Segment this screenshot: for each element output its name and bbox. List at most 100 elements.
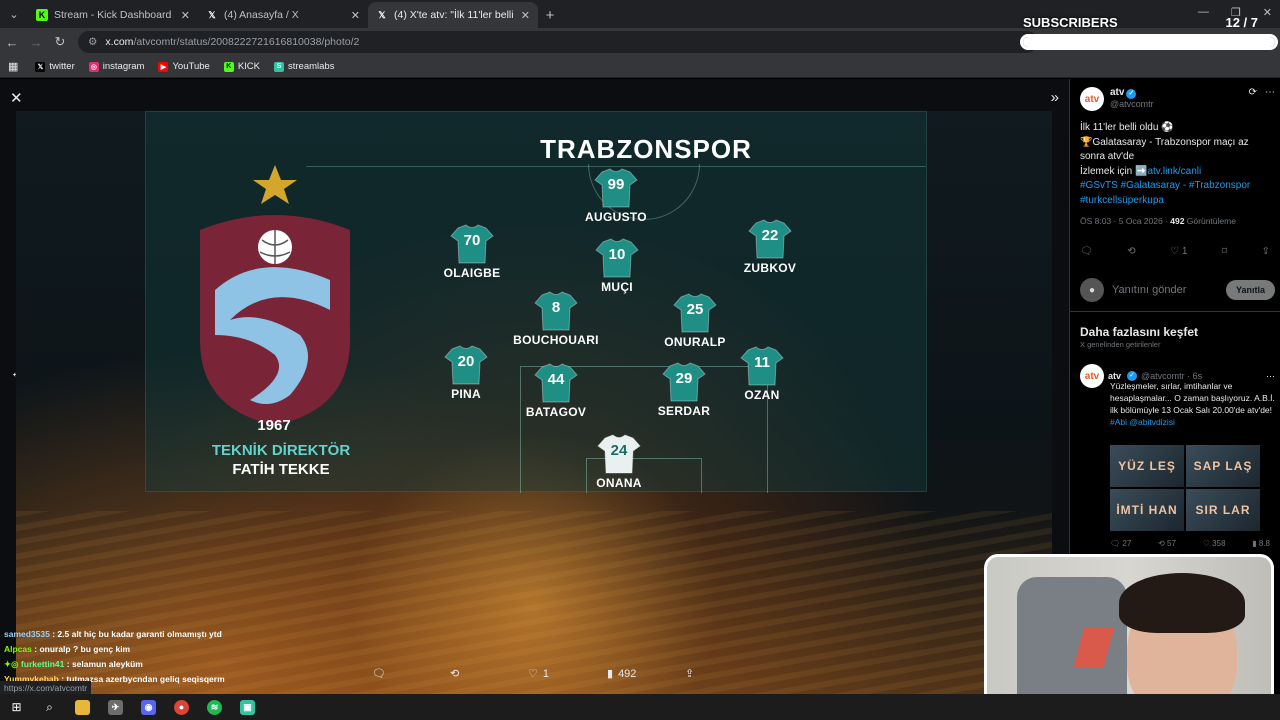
player-marker: 29 SERDAR <box>639 362 729 418</box>
tweet-link[interactable]: atv.link/canli <box>1147 166 1201 177</box>
heart-icon: ♡ <box>528 668 538 680</box>
search-icon[interactable]: ⌕ <box>33 694 66 720</box>
tweet-text: İlk 11'ler belli oldu ⚽ 🏆Galatasaray - T… <box>1080 121 1275 208</box>
player-name: ONANA <box>596 476 642 490</box>
reply-input[interactable]: Yanıtını gönder <box>1112 284 1218 296</box>
player-marker: 70 OLAIGBE <box>427 224 517 280</box>
player-marker: 20 PINA <box>421 345 511 401</box>
close-icon[interactable]: ✕ <box>351 9 360 22</box>
avatar[interactable]: atv <box>1080 364 1104 388</box>
file-explorer-icon[interactable] <box>66 694 99 720</box>
lineup-photo: TRABZONSPOR TEKNİK DİREKTÖR FATİH TEKKE … <box>16 111 1052 694</box>
streamlabs-icon: S <box>274 61 284 72</box>
more-options-icon[interactable]: ⋯ <box>1265 87 1275 117</box>
views-icon[interactable]: ▮ 8.8 <box>1252 539 1270 548</box>
app-icon[interactable]: ✈ <box>99 694 132 720</box>
reply-button[interactable]: Yanıtla <box>1225 280 1275 300</box>
tab-search-icon[interactable]: ⌄ <box>0 0 28 28</box>
bookmarks-bar: ▦ 𝕏twitter ◎ instagram ▶ YouTube K KICK Sst… <box>0 56 1280 78</box>
player-number: 10 <box>608 246 626 263</box>
url-input[interactable]: ⚙ x.com /atvcomtr/status/200822272161681… <box>78 31 1038 53</box>
tab-title: (4) X'te atv: "İlk 11'ler belli oldu <box>394 9 517 21</box>
repost-icon[interactable]: ⟲ 57 <box>1158 539 1176 548</box>
chat-message: ✦◎ furkettin41 : selamun aleyküm <box>4 659 143 669</box>
like-button[interactable]: ♡ 1 <box>1170 246 1187 257</box>
share-icon[interactable]: ⇪ <box>685 667 694 680</box>
back-icon[interactable]: ← <box>0 35 24 50</box>
kick-icon: K <box>223 61 234 72</box>
tweet-header: atv atv ✓ @atvcomtr ⟳ ⋯ <box>1080 87 1275 117</box>
reply-icon[interactable]: 🗨 <box>1080 246 1093 257</box>
tab-x-status[interactable]: 𝕏 (4) X'te atv: "İlk 11'ler belli oldu ✕ <box>368 2 538 28</box>
jersey-icon: 44 <box>534 363 578 403</box>
related-tweet[interactable]: atv atv ✓ @atvcomtr · 6s ⋯ Yüzleşmeler, s… <box>1080 364 1275 428</box>
player-number: 24 <box>610 442 628 459</box>
x-logo-icon: 𝕏 <box>378 9 386 20</box>
subscribers-progress-fill <box>1023 37 1275 47</box>
bookmark-instagram[interactable]: ◎ instagram <box>84 61 150 72</box>
player-marker: 99 AUGUSTO <box>571 168 661 224</box>
bookmark-icon[interactable]: ⌑ <box>1222 246 1227 257</box>
jersey-icon: 20 <box>444 345 488 385</box>
spotify-icon[interactable]: ≋ <box>198 694 231 720</box>
more-options-icon[interactable]: ⋯ <box>1266 371 1275 382</box>
player-number: 22 <box>761 227 779 244</box>
player-name: ZUBKOV <box>743 261 797 275</box>
windows-start-icon[interactable]: ⊞ <box>0 694 33 720</box>
related-tweet-actions: 🗨 27 ⟲ 57 ♡ 358 ▮ 8.8 <box>1110 539 1270 548</box>
player-number: 20 <box>457 353 475 370</box>
subscribers-count: 12 / 7 <box>1225 15 1258 30</box>
tweet-hashtags[interactable]: #GSvTS #Galatasaray - #Trabzonspor #turk… <box>1080 179 1275 208</box>
media-image[interactable]: İMTİ HAN <box>1110 489 1184 531</box>
apps-grid-icon[interactable]: ▦ <box>8 60 18 73</box>
repost-icon[interactable]: ⟲ <box>1127 246 1135 257</box>
views-button[interactable]: ▮ 492 <box>607 667 636 681</box>
reply-composer: ● Yanıtını gönder Yanıtla <box>1080 277 1275 303</box>
chrome-icon[interactable]: ● <box>165 694 198 720</box>
author-name[interactable]: atv <box>1110 87 1124 98</box>
media-image[interactable]: SAP LAŞ <box>1186 445 1260 487</box>
forward-icon[interactable]: → <box>24 35 48 50</box>
player-number: 8 <box>551 299 561 316</box>
bookmark-twitter[interactable]: 𝕏twitter <box>30 61 79 72</box>
bookmark-streamlabs[interactable]: Sstreamlabs <box>269 61 339 72</box>
media-image[interactable]: YÜZ LEŞ <box>1110 445 1184 487</box>
crest-year: 1967 <box>257 417 291 434</box>
discord-icon[interactable]: ◉ <box>132 694 165 720</box>
player-marker: 24 ONANA <box>574 434 664 490</box>
user-avatar: ● <box>1080 278 1104 302</box>
player-name: SERDAR <box>657 404 711 418</box>
bar-chart-icon: ▮ <box>607 668 614 680</box>
player-number: 70 <box>463 232 481 249</box>
bookmark-youtube[interactable]: ▶ YouTube <box>153 61 214 72</box>
close-icon[interactable]: ✕ <box>181 9 190 22</box>
jersey-icon: 25 <box>673 293 717 333</box>
share-icon[interactable]: ⇪ <box>1262 246 1270 257</box>
grok-icon[interactable]: ⟳ <box>1249 87 1257 117</box>
related-media-grid[interactable]: YÜZ LEŞ SAP LAŞ İMTİ HAN SIR LAR <box>1110 445 1260 531</box>
coach-name: FATİH TEKKE <box>232 461 330 478</box>
streamlabs-icon[interactable]: ▣ <box>231 694 264 720</box>
new-tab-button[interactable]: + <box>538 2 562 28</box>
close-icon[interactable]: ✕ <box>521 9 530 22</box>
tab-kick-dashboard[interactable]: K Stream - Kick Dashboard ✕ <box>28 2 198 28</box>
expand-sidebar-icon[interactable]: » <box>1051 89 1059 106</box>
tweet-actions: 🗨 ⟲ ♡ 1 ⌑ ⇪ <box>1080 246 1270 257</box>
windows-taskbar: ⊞ ⌕ ✈ ◉ ● ≋ ▣ <box>0 694 1280 720</box>
reload-icon[interactable]: ↻ <box>48 34 72 50</box>
instagram-icon: ◎ <box>88 61 99 72</box>
tab-x-home[interactable]: 𝕏 (4) Anasayfa / X ✕ <box>198 2 368 28</box>
reply-icon[interactable]: 🗨 27 <box>1110 539 1131 548</box>
player-name: BATAGOV <box>525 405 587 419</box>
close-icon[interactable]: ✕ <box>10 89 23 107</box>
avatar[interactable]: atv <box>1080 87 1104 111</box>
jersey-icon: 8 <box>534 291 578 331</box>
like-button[interactable]: ♡ 1 <box>528 667 549 681</box>
author-handle[interactable]: @atvcomtr <box>1110 99 1154 109</box>
site-info-icon[interactable]: ⚙ <box>88 36 97 48</box>
media-image[interactable]: SIR LAR <box>1186 489 1260 531</box>
team-name: TRABZONSPOR <box>540 134 752 164</box>
like-icon[interactable]: ♡ 358 <box>1203 539 1226 548</box>
repost-icon[interactable]: ⟲ <box>450 667 459 680</box>
bookmark-kick[interactable]: K KICK <box>219 61 265 72</box>
